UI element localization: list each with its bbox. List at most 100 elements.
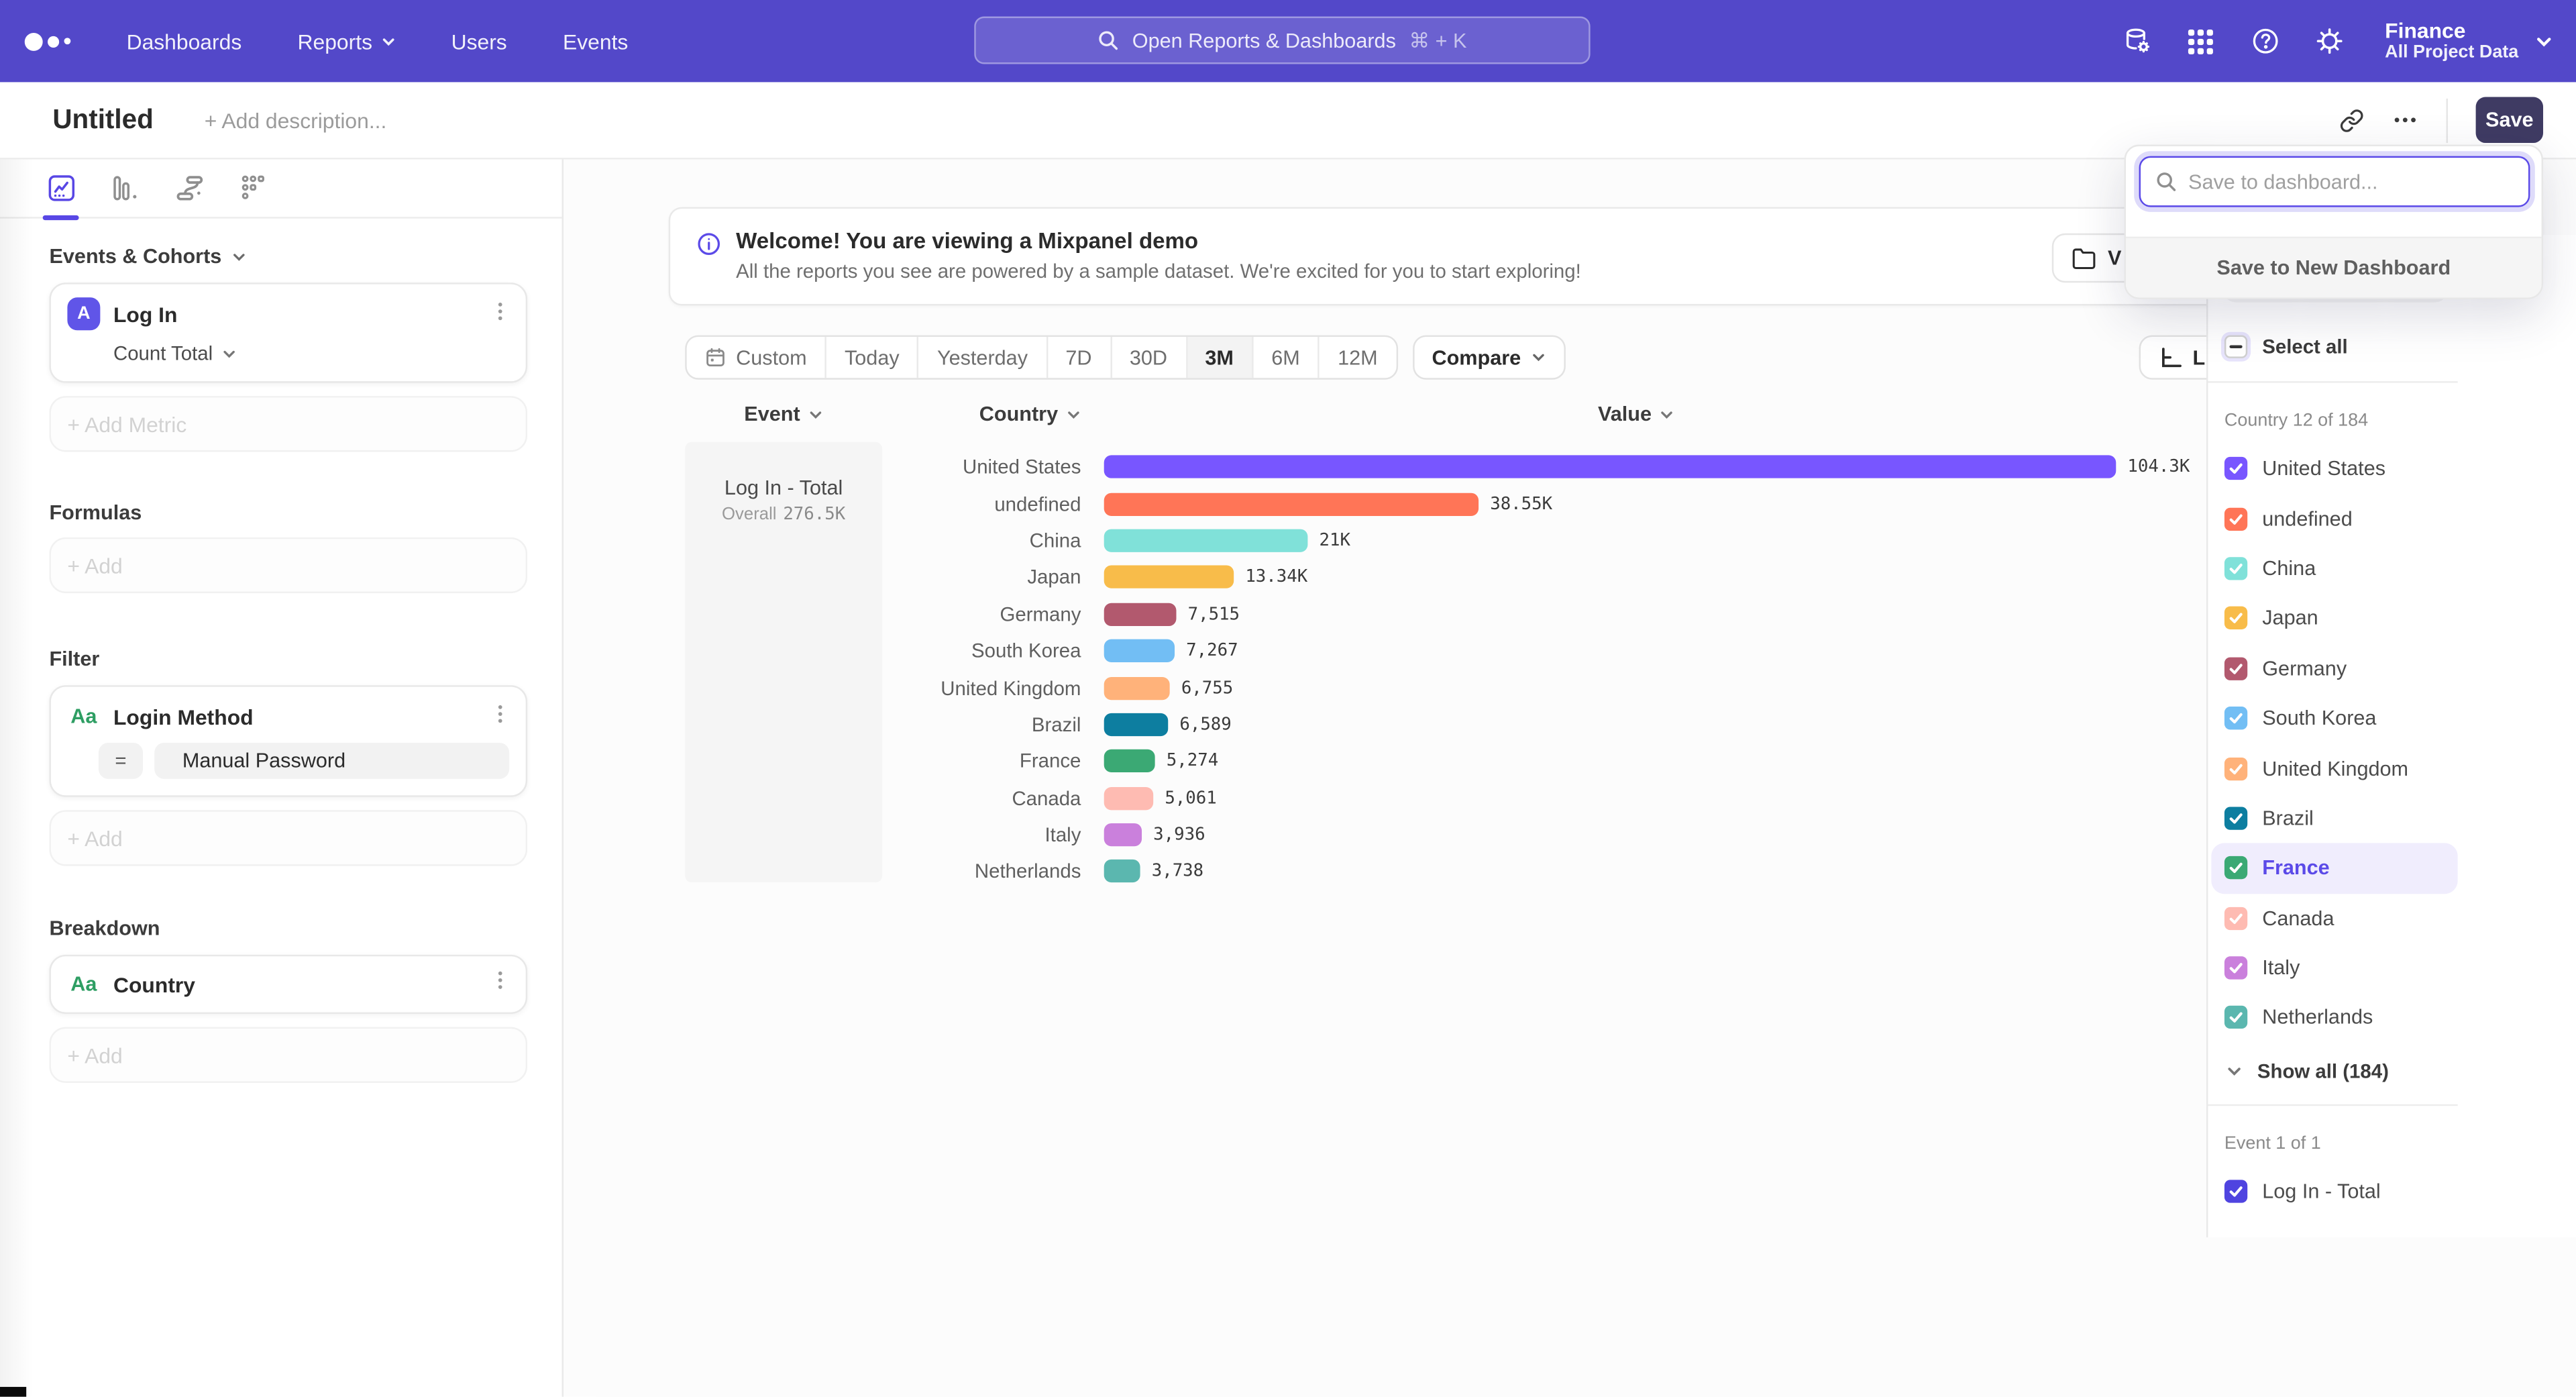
chart-row-japan[interactable]: Japan13.34K <box>896 559 2190 596</box>
checked-checkbox-icon[interactable] <box>2224 707 2247 729</box>
country-item-france[interactable]: France <box>2211 843 2457 893</box>
chart-row-south-korea[interactable]: South Korea7,267 <box>896 633 2190 670</box>
event-item-log-in---total[interactable]: Log In - Total <box>2211 1166 2457 1216</box>
bar[interactable] <box>1104 529 1308 552</box>
country-item-undefined[interactable]: undefined <box>2211 494 2457 544</box>
country-item-italy[interactable]: Italy <box>2211 943 2457 992</box>
country-item-germany[interactable]: Germany <box>2211 643 2457 693</box>
save-dashboard-search[interactable] <box>2139 156 2530 207</box>
compare-button[interactable]: Compare <box>1412 335 1565 380</box>
value-column-header[interactable]: Value <box>1516 403 1756 425</box>
country-item-brazil[interactable]: Brazil <box>2211 793 2457 843</box>
range-6m[interactable]: 6M <box>1253 337 1320 378</box>
country-item-netherlands[interactable]: Netherlands <box>2211 993 2457 1043</box>
checked-checkbox-icon[interactable] <box>2224 1006 2247 1029</box>
global-search-button[interactable]: Open Reports & Dashboards ⌘ + K <box>974 16 1590 64</box>
checked-checkbox-icon[interactable] <box>2224 907 2247 929</box>
settings-gear-icon[interactable] <box>2314 26 2344 56</box>
range-yesterday[interactable]: Yesterday <box>919 337 1047 378</box>
insights-tab[interactable] <box>44 172 77 205</box>
chart-row-united-kingdom[interactable]: United Kingdom6,755 <box>896 670 2190 707</box>
filter-value[interactable]: Manual Password <box>154 743 509 779</box>
metric-card-log-in[interactable]: A Log In Count Total <box>49 282 527 382</box>
chart-row-united-states[interactable]: United States104.3K <box>896 449 2190 486</box>
bar[interactable] <box>1104 603 1177 625</box>
retention-tab[interactable] <box>237 172 270 205</box>
range-30d[interactable]: 30D <box>1112 337 1187 378</box>
copy-link-icon[interactable] <box>2339 107 2364 132</box>
aggregation-selector[interactable]: Count Total <box>113 342 509 364</box>
nav-item-users[interactable]: Users <box>451 29 507 54</box>
bar[interactable] <box>1104 456 2116 478</box>
bar[interactable] <box>1104 713 1169 736</box>
range-custom[interactable]: Custom <box>687 337 826 378</box>
chart-row-france[interactable]: France5,274 <box>896 743 2190 780</box>
bar[interactable] <box>1104 493 1479 515</box>
country-item-canada[interactable]: Canada <box>2211 893 2457 943</box>
checked-checkbox-icon[interactable] <box>2224 1180 2247 1202</box>
checked-checkbox-icon[interactable] <box>2224 657 2247 680</box>
kebab-menu-icon[interactable] <box>490 970 511 991</box>
events-cohorts-header[interactable]: Events & Cohorts <box>49 245 527 268</box>
bar[interactable] <box>1104 750 1155 773</box>
report-title[interactable]: Untitled <box>52 105 153 136</box>
checked-checkbox-icon[interactable] <box>2224 757 2247 780</box>
event-summary-panel[interactable]: Log In - Total Overall276.5K <box>685 442 882 882</box>
filter-card-login-method[interactable]: Aa Login Method = Manual Password <box>49 685 527 797</box>
show-all-button[interactable]: Show all (184) <box>2226 1059 2576 1082</box>
range-7d[interactable]: 7D <box>1047 337 1111 378</box>
chart-row-china[interactable]: China21K <box>896 522 2190 559</box>
add-filter-button[interactable]: + Add <box>49 810 527 866</box>
checked-checkbox-icon[interactable] <box>2224 807 2247 829</box>
flows-tab[interactable] <box>172 172 205 205</box>
country-column-header[interactable]: Country <box>896 403 1081 425</box>
kebab-menu-icon[interactable] <box>490 301 511 322</box>
chart-row-brazil[interactable]: Brazil6,589 <box>896 706 2190 743</box>
country-item-japan[interactable]: Japan <box>2211 594 2457 643</box>
country-item-united-kingdom[interactable]: United Kingdom <box>2211 743 2457 793</box>
apps-grid-icon[interactable] <box>2186 26 2216 56</box>
checked-checkbox-icon[interactable] <box>2224 607 2247 630</box>
data-management-icon[interactable] <box>2122 26 2151 56</box>
bar[interactable] <box>1104 860 1140 883</box>
mixpanel-logo-icon[interactable] <box>25 32 80 50</box>
range-12m[interactable]: 12M <box>1320 337 1395 378</box>
select-all-checkbox[interactable]: Select all <box>2224 335 2576 358</box>
chart-row-undefined[interactable]: undefined38.55K <box>896 485 2190 522</box>
add-metric-button[interactable]: + Add Metric <box>49 396 527 452</box>
kebab-menu-icon[interactable] <box>490 703 511 725</box>
chart-row-italy[interactable]: Italy3,936 <box>896 817 2190 853</box>
funnels-tab[interactable] <box>109 172 142 205</box>
breakdown-card-country[interactable]: Aa Country <box>49 955 527 1014</box>
add-breakdown-button[interactable]: + Add <box>49 1027 527 1083</box>
checked-checkbox-icon[interactable] <box>2224 557 2247 580</box>
help-icon[interactable] <box>2250 26 2279 56</box>
bar[interactable] <box>1104 823 1142 846</box>
checked-checkbox-icon[interactable] <box>2224 857 2247 880</box>
nav-item-dashboards[interactable]: Dashboards <box>127 29 242 54</box>
save-button[interactable]: Save <box>2476 97 2543 143</box>
range-3m[interactable]: 3M <box>1187 337 1253 378</box>
country-item-united-states[interactable]: United States <box>2211 444 2457 493</box>
checked-checkbox-icon[interactable] <box>2224 507 2247 530</box>
checked-checkbox-icon[interactable] <box>2224 457 2247 480</box>
bar[interactable] <box>1104 639 1175 662</box>
chart-row-germany[interactable]: Germany7,515 <box>896 596 2190 633</box>
add-description-button[interactable]: + Add description... <box>205 107 387 132</box>
bar[interactable] <box>1104 566 1234 588</box>
bar[interactable] <box>1104 676 1170 699</box>
country-item-china[interactable]: China <box>2211 544 2457 593</box>
chart-row-netherlands[interactable]: Netherlands3,738 <box>896 853 2190 890</box>
bar[interactable] <box>1104 786 1153 809</box>
save-dashboard-input[interactable] <box>2188 170 2500 193</box>
more-options-icon[interactable] <box>2392 107 2418 133</box>
range-today[interactable]: Today <box>826 337 919 378</box>
country-item-south-korea[interactable]: South Korea <box>2211 693 2457 743</box>
add-formula-button[interactable]: + Add <box>49 537 527 593</box>
checked-checkbox-icon[interactable] <box>2224 957 2247 980</box>
event-column-header[interactable]: Event <box>685 403 882 425</box>
filter-operator[interactable]: = <box>99 743 143 779</box>
chart-row-canada[interactable]: Canada5,061 <box>896 780 2190 817</box>
nav-item-reports[interactable]: Reports <box>298 29 396 54</box>
save-to-new-dashboard-button[interactable]: Save to New Dashboard <box>2126 237 2542 298</box>
